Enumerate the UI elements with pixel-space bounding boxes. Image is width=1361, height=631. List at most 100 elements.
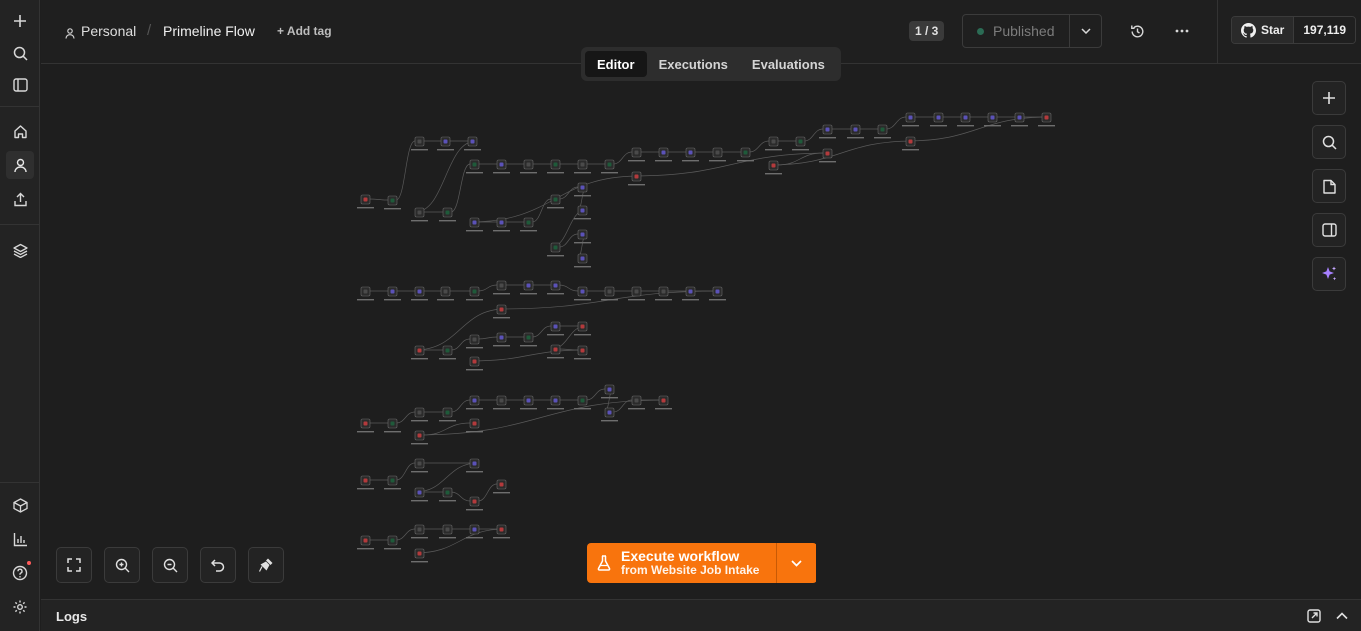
ai-assistant-button[interactable] bbox=[1312, 257, 1346, 291]
add-tag-button[interactable]: + Add tag bbox=[277, 24, 332, 38]
help-icon[interactable] bbox=[6, 559, 34, 587]
node-label bbox=[547, 334, 564, 336]
node-icon bbox=[499, 307, 504, 312]
node-icon bbox=[445, 527, 450, 532]
execute-dropdown-button[interactable] bbox=[776, 543, 816, 583]
node-icon bbox=[363, 197, 368, 202]
execute-workflow-button[interactable]: Execute workflow from Website Job Intake bbox=[587, 543, 776, 583]
node-label bbox=[520, 230, 537, 232]
node-icon bbox=[472, 359, 477, 364]
node-label bbox=[655, 299, 672, 301]
node-label bbox=[547, 207, 564, 209]
publish-button[interactable]: Published bbox=[963, 15, 1069, 47]
node-label bbox=[520, 293, 537, 295]
node-label bbox=[384, 208, 401, 210]
node-label bbox=[601, 299, 618, 301]
plus-icon bbox=[1323, 92, 1335, 104]
breadcrumb-project[interactable]: Personal bbox=[81, 23, 136, 39]
zoom-out-button[interactable] bbox=[152, 547, 188, 583]
node-label bbox=[464, 149, 481, 151]
more-options-icon[interactable] bbox=[1171, 20, 1193, 42]
zoom-in-button[interactable] bbox=[104, 547, 140, 583]
node-label bbox=[574, 172, 591, 174]
node-icon bbox=[661, 289, 666, 294]
pop-out-icon[interactable] bbox=[1307, 609, 1321, 623]
node-icon bbox=[553, 162, 558, 167]
node-label bbox=[574, 408, 591, 410]
node-icon bbox=[499, 482, 504, 487]
toggle-panel-button[interactable] bbox=[1312, 213, 1346, 247]
workflow-connection bbox=[450, 399, 471, 413]
node-icon bbox=[390, 198, 395, 203]
node-icon bbox=[553, 324, 558, 329]
github-star-button[interactable]: Star bbox=[1232, 17, 1295, 43]
sparkle-icon bbox=[1322, 266, 1337, 281]
node-label bbox=[547, 172, 564, 174]
panel-icon bbox=[1321, 223, 1337, 237]
share-icon[interactable] bbox=[6, 185, 34, 213]
workflow-name[interactable]: Primeline Flow bbox=[163, 23, 255, 39]
workflow-connection bbox=[803, 128, 824, 142]
node-icon bbox=[472, 162, 477, 167]
node-label bbox=[493, 492, 510, 494]
node-label bbox=[628, 160, 645, 162]
github-star-widget: Star 197,119 bbox=[1231, 16, 1357, 44]
publish-status-dot bbox=[977, 27, 984, 35]
node-icon bbox=[607, 162, 612, 167]
search-nodes-button[interactable] bbox=[1312, 125, 1346, 159]
node-icon bbox=[661, 150, 666, 155]
node-icon bbox=[417, 433, 422, 438]
fit-view-button[interactable] bbox=[56, 547, 92, 583]
search-icon[interactable] bbox=[6, 39, 34, 67]
add-node-button[interactable] bbox=[1312, 81, 1346, 115]
node-icon bbox=[499, 220, 504, 225]
node-label bbox=[493, 537, 510, 539]
sticky-note-button[interactable] bbox=[1312, 169, 1346, 203]
workflow-connection bbox=[612, 151, 633, 165]
node-icon bbox=[688, 150, 693, 155]
node-label bbox=[357, 548, 374, 550]
node-label bbox=[466, 369, 483, 371]
workflow-connection bbox=[469, 349, 587, 362]
node-icon bbox=[607, 387, 612, 392]
publish-dropdown-button[interactable] bbox=[1069, 15, 1101, 47]
rail-divider bbox=[0, 482, 40, 483]
node-icon bbox=[580, 162, 585, 167]
chevron-down-icon bbox=[791, 559, 802, 567]
node-label bbox=[357, 207, 374, 209]
fit-view-icon bbox=[67, 558, 81, 572]
node-icon bbox=[880, 127, 885, 132]
insights-icon[interactable] bbox=[6, 525, 34, 553]
node-label bbox=[411, 561, 428, 563]
node-label bbox=[466, 230, 483, 232]
node-icon bbox=[472, 337, 477, 342]
node-label bbox=[628, 184, 645, 186]
chevron-up-icon[interactable] bbox=[1335, 609, 1349, 623]
workflow-connection bbox=[414, 140, 477, 213]
node-icon bbox=[526, 283, 531, 288]
tidy-up-button[interactable] bbox=[248, 547, 284, 583]
user-icon[interactable] bbox=[6, 151, 34, 179]
node-label bbox=[439, 537, 456, 539]
node-icon bbox=[908, 115, 913, 120]
node-icon bbox=[1044, 115, 1049, 120]
settings-icon[interactable] bbox=[6, 593, 34, 621]
add-icon[interactable] bbox=[6, 7, 34, 35]
version-counter: 1 / 3 bbox=[909, 21, 945, 41]
sidebar-toggle-icon[interactable] bbox=[6, 71, 34, 99]
node-icon bbox=[363, 478, 368, 483]
workflow-connection bbox=[414, 399, 668, 436]
templates-icon[interactable] bbox=[6, 491, 34, 519]
node-icon bbox=[445, 348, 450, 353]
broom-icon bbox=[258, 558, 273, 572]
logs-panel-bar[interactable]: Logs bbox=[41, 599, 1361, 631]
history-icon[interactable] bbox=[1126, 20, 1148, 42]
workflow-canvas[interactable] bbox=[41, 65, 1361, 599]
undo-button[interactable] bbox=[200, 547, 236, 583]
layers-icon[interactable] bbox=[6, 236, 34, 264]
note-icon bbox=[1322, 179, 1336, 194]
node-label bbox=[411, 420, 428, 422]
home-icon[interactable] bbox=[6, 117, 34, 145]
node-label bbox=[628, 408, 645, 410]
node-label bbox=[709, 160, 726, 162]
